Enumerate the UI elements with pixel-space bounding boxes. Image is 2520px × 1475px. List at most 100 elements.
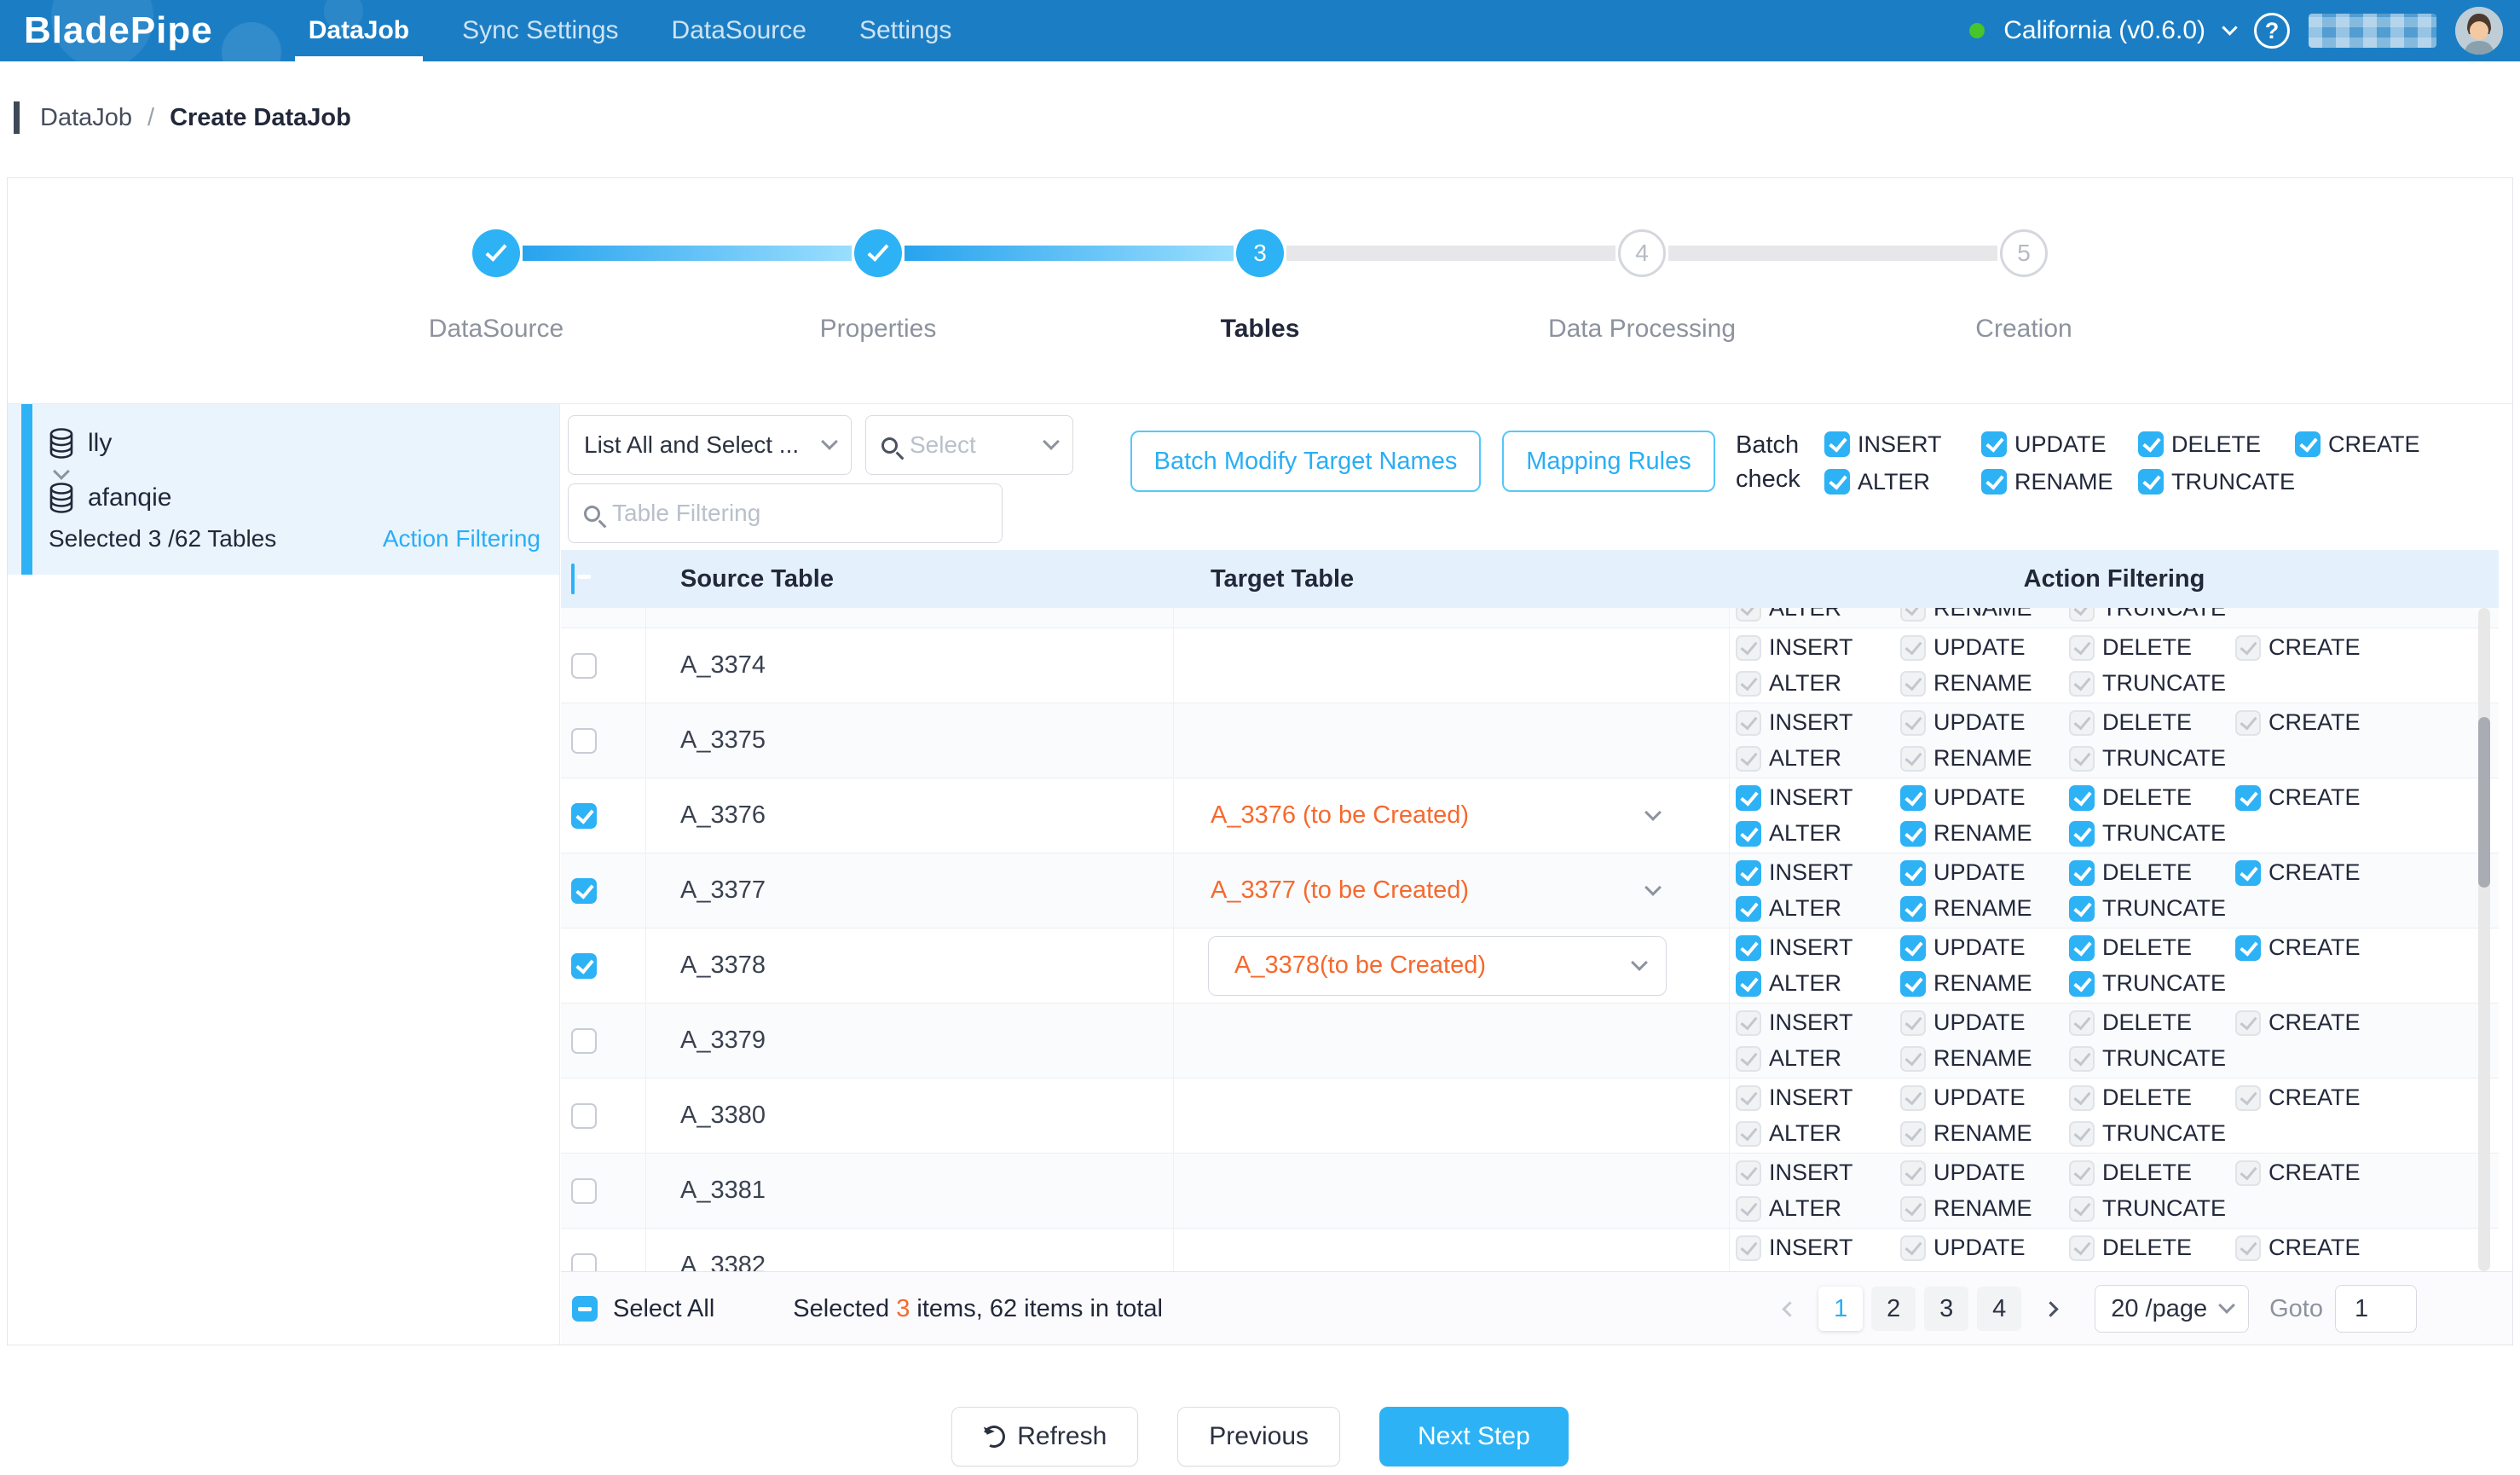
previous-button[interactable]: Previous xyxy=(1177,1407,1340,1466)
table-header: Source Table Target Table Action Filteri… xyxy=(561,550,2499,608)
target-table-cell: A_3376 (to be Created) xyxy=(1174,778,1730,853)
action-create: CREATE xyxy=(2235,785,2361,811)
nav-item-datajob[interactable]: DataJob xyxy=(292,0,426,61)
row-checkbox[interactable] xyxy=(571,878,597,904)
nav-item-settings[interactable]: Settings xyxy=(842,0,968,61)
action-checkbox-delete[interactable] xyxy=(2138,431,2164,457)
list-mode-select[interactable]: List All and Select ... xyxy=(568,415,852,475)
action-rename: RENAME xyxy=(1900,1121,2069,1147)
table-filter-input[interactable]: Table Filtering xyxy=(568,483,1003,543)
action-checkbox-insert[interactable] xyxy=(1736,935,1761,961)
action-checkbox-rename[interactable] xyxy=(1900,896,1926,922)
goto-page-input[interactable]: 1 xyxy=(2335,1285,2417,1333)
row-checkbox[interactable] xyxy=(571,1028,597,1054)
step-tables: 3Tables xyxy=(1236,229,1284,277)
action-checkbox-rename[interactable] xyxy=(1900,971,1926,997)
action-alter: ALTER xyxy=(1736,821,1900,847)
action-checkbox-create[interactable] xyxy=(2295,431,2321,457)
action-checkbox-truncate[interactable] xyxy=(2069,821,2095,847)
row-checkbox-cell xyxy=(561,1154,646,1228)
action-checkbox-truncate[interactable] xyxy=(2069,896,2095,922)
next-page-button[interactable] xyxy=(2030,1287,2074,1331)
quick-select[interactable]: Select xyxy=(865,415,1073,475)
target-table-cell xyxy=(1174,1229,1730,1271)
scrollbar-thumb[interactable] xyxy=(2478,717,2490,888)
action-checkbox-rename[interactable] xyxy=(1981,469,2007,495)
row-checkbox[interactable] xyxy=(571,953,597,979)
action-checkbox-alter[interactable] xyxy=(1736,896,1761,922)
previous-page-button[interactable] xyxy=(1766,1287,1810,1331)
action-alter: ALTER xyxy=(1736,671,1900,697)
schema-pair-item[interactable]: lly afanqie Selected 3 /62 Tables Action… xyxy=(8,404,559,575)
target-table-select[interactable]: A_3378(to be Created) xyxy=(1208,936,1667,996)
action-checkbox-alter[interactable] xyxy=(1736,971,1761,997)
step-connector xyxy=(905,246,1234,261)
chevron-down-icon[interactable] xyxy=(1644,804,1662,821)
action-label: INSERT xyxy=(1769,709,1853,736)
row-checkbox[interactable] xyxy=(571,1178,597,1204)
action-checkbox-update[interactable] xyxy=(1900,935,1926,961)
row-checkbox[interactable] xyxy=(571,803,597,829)
action-checkbox-create[interactable] xyxy=(2235,785,2261,811)
action-checkbox-delete[interactable] xyxy=(2069,935,2095,961)
action-checkbox-create[interactable] xyxy=(2235,935,2261,961)
step-connector xyxy=(1668,246,1997,261)
breadcrumb-parent[interactable]: DataJob xyxy=(40,104,132,132)
region-selector[interactable]: California (v0.6.0) xyxy=(2003,16,2205,45)
page-button-1[interactable]: 1 xyxy=(1818,1287,1863,1331)
action-checkbox-update[interactable] xyxy=(1900,860,1926,886)
next-step-button[interactable]: Next Step xyxy=(1379,1407,1569,1466)
chevron-down-icon xyxy=(1043,433,1060,450)
action-update: UPDATE xyxy=(1900,860,2069,886)
step-label: Creation xyxy=(1975,315,2072,344)
chevron-down-icon[interactable] xyxy=(1644,879,1662,896)
action-rename: RENAME xyxy=(1900,1196,2069,1222)
action-truncate: TRUNCATE xyxy=(2069,821,2235,847)
action-checkbox-rename[interactable] xyxy=(1900,821,1926,847)
action-checkbox-create[interactable] xyxy=(2235,860,2261,886)
action-label: CREATE xyxy=(2269,859,2361,886)
action-checkbox-alter[interactable] xyxy=(1824,469,1850,495)
page-button-4[interactable]: 4 xyxy=(1977,1287,2021,1331)
action-checkbox-insert[interactable] xyxy=(1736,860,1761,886)
page-size-select[interactable]: 20 /page xyxy=(2095,1285,2249,1333)
action-checkbox-insert[interactable] xyxy=(1736,785,1761,811)
row-checkbox[interactable] xyxy=(571,653,597,679)
action-checkbox-alter[interactable] xyxy=(1736,821,1761,847)
row-checkbox[interactable] xyxy=(571,728,597,754)
action-filtering-link[interactable]: Action Filtering xyxy=(383,525,540,552)
select-all-checkbox[interactable] xyxy=(572,1296,598,1322)
page-button-2[interactable]: 2 xyxy=(1871,1287,1916,1331)
action-checkbox-insert[interactable] xyxy=(1824,431,1850,457)
row-checkbox-cell xyxy=(561,608,646,628)
step-connector xyxy=(1286,246,1615,261)
action-insert: INSERT xyxy=(1824,431,1981,457)
action-checkbox-truncate[interactable] xyxy=(2138,469,2164,495)
action-create: CREATE xyxy=(2235,710,2361,736)
action-checkbox-update[interactable] xyxy=(1900,785,1926,811)
target-table-cell xyxy=(1174,608,1730,628)
source-table-cell: A_3380 xyxy=(646,1079,1174,1153)
nav-item-datasource[interactable]: DataSource xyxy=(655,0,824,61)
brand-logo: BladePipe xyxy=(24,9,213,52)
action-delete: DELETE xyxy=(2069,710,2235,736)
vertical-scrollbar[interactable] xyxy=(2478,608,2490,1271)
mapping-rules-button[interactable]: Mapping Rules xyxy=(1502,431,1715,492)
avatar[interactable] xyxy=(2455,7,2503,55)
action-checkbox-update[interactable] xyxy=(1981,431,2007,457)
search-icon xyxy=(584,506,600,522)
select-all-header-checkbox[interactable] xyxy=(571,564,575,594)
batch-modify-target-names-button[interactable]: Batch Modify Target Names xyxy=(1130,431,1481,492)
action-update: UPDATE xyxy=(1900,1160,2069,1186)
chevron-down-icon[interactable] xyxy=(2222,20,2237,35)
action-checkbox-truncate[interactable] xyxy=(2069,971,2095,997)
action-checkbox-delete[interactable] xyxy=(2069,785,2095,811)
help-icon[interactable]: ? xyxy=(2254,13,2290,49)
action-label: DELETE xyxy=(2102,1160,2192,1186)
row-checkbox[interactable] xyxy=(571,1103,597,1129)
action-checkbox-delete[interactable] xyxy=(2069,860,2095,886)
nav-item-sync-settings[interactable]: Sync Settings xyxy=(445,0,635,61)
refresh-button[interactable]: Refresh xyxy=(951,1407,1138,1466)
page-button-3[interactable]: 3 xyxy=(1924,1287,1968,1331)
row-checkbox[interactable] xyxy=(571,1253,597,1272)
